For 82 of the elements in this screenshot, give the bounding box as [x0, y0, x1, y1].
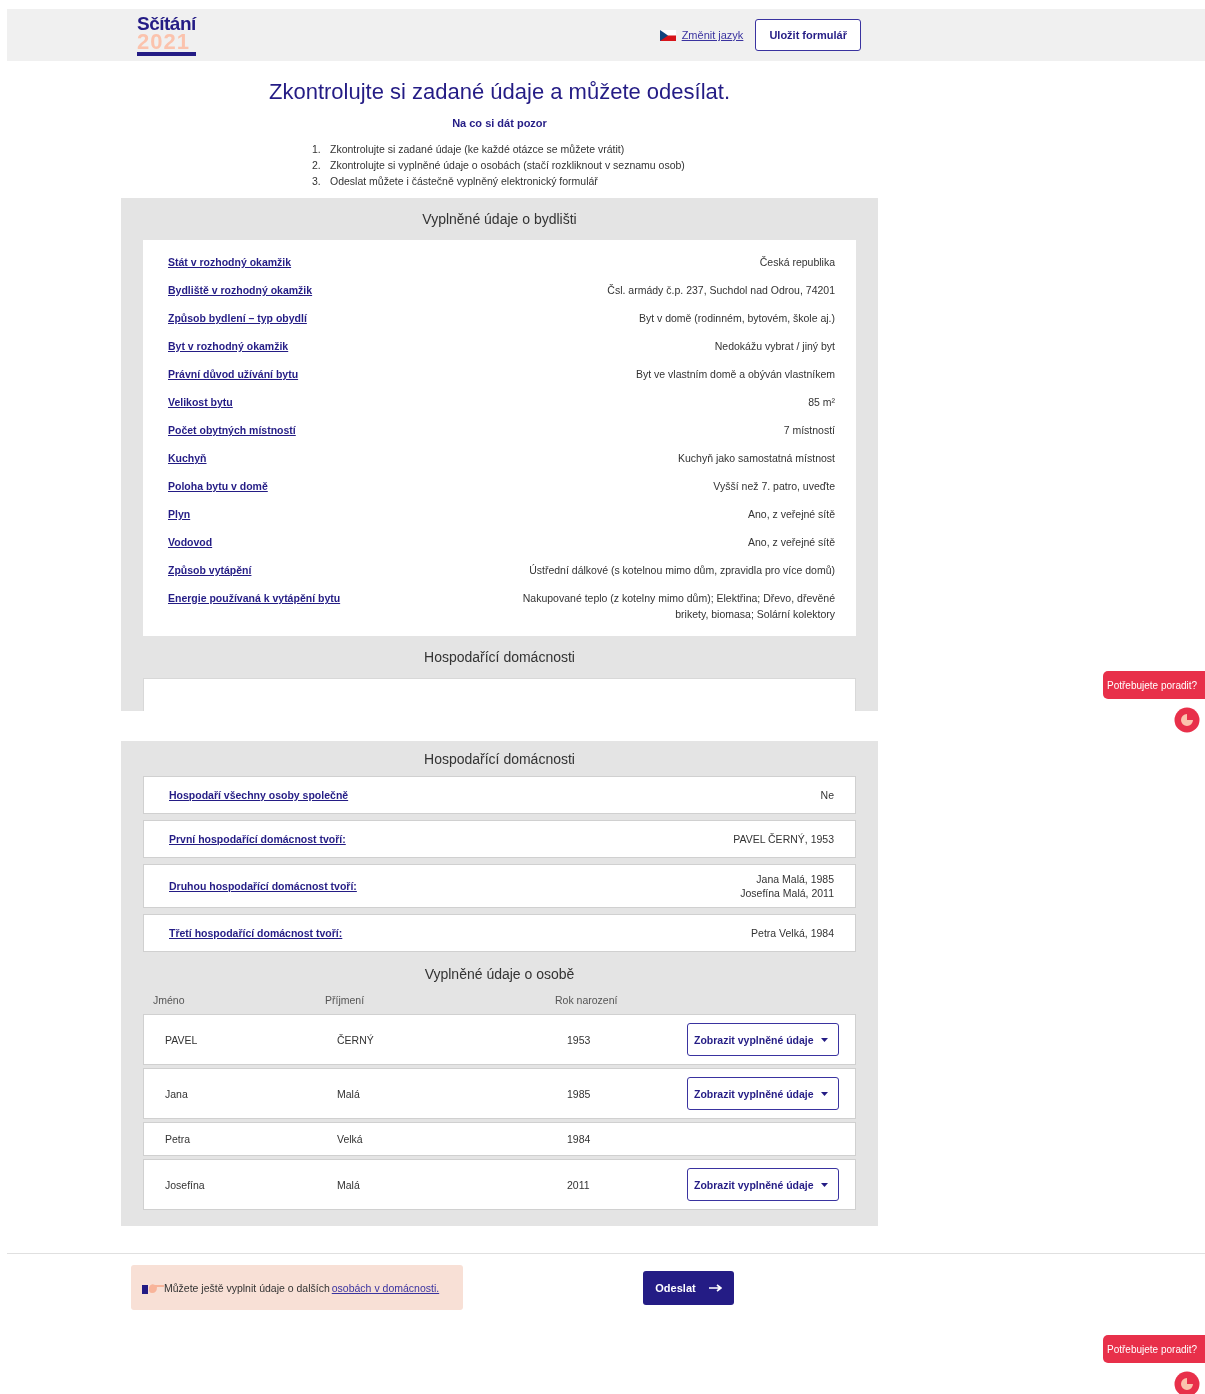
notice-heading: Na co si dát pozor	[451, 117, 548, 129]
column-header: Příjmení	[325, 994, 366, 1006]
show-details-button[interactable]: Zobrazit vyplněné údaje	[687, 1168, 839, 1201]
change-language-link[interactable]: Změnit jazyk	[681, 29, 744, 41]
table-cell-text: ČERNÝ	[337, 1033, 375, 1046]
answer-text: Kuchyň jako samostatná místnost	[678, 451, 835, 466]
question-link[interactable]: Druhou hospodařící domácnost tvoří:	[169, 880, 357, 892]
table-cell-text: Petra	[165, 1133, 192, 1145]
answer-text: Ano, z veřejné sítě	[748, 535, 835, 550]
answer-text: 85 m²	[808, 395, 835, 410]
question-link[interactable]: Byt v rozhodný okamžik	[168, 338, 289, 354]
column-header: Rok narození	[555, 994, 619, 1006]
caret-icon	[820, 1182, 828, 1187]
table-cell-text: 1953	[567, 1033, 592, 1046]
show-details-button[interactable]: Zobrazit vyplněné údaje	[687, 1077, 839, 1110]
answer-text: Ano, z veřejné sítě	[748, 507, 835, 522]
question-link[interactable]: Stát v rozhodný okamžik	[168, 254, 292, 270]
question-link[interactable]: Vodovod	[168, 534, 213, 550]
logo-wordmark: Sčítání	[137, 14, 196, 34]
caret-icon	[820, 1091, 828, 1096]
show-details-button[interactable]: Zobrazit vyplněné údaje	[687, 1023, 839, 1056]
table-cell-text: Josefína	[165, 1178, 206, 1191]
notice-item: Odeslat můžete i částečně vyplněný elektronický formulář	[330, 175, 598, 188]
submit-button[interactable]: Odeslat	[643, 1270, 734, 1305]
question-link[interactable]: Hospodaří všechny osoby společně	[169, 789, 349, 801]
section-heading: Hospodařící domácnosti	[423, 648, 576, 667]
answer-text: Ústřední dálkové (s kotelnou mimo dům, zpravidla pro více domů)	[529, 563, 835, 578]
answer-text: Ne	[820, 789, 834, 801]
czech-flag-icon	[659, 29, 676, 41]
section-heading: Hospodařící domácnosti	[423, 749, 576, 769]
notice-item: Zkontrolujte si vyplněné údaje o osobách (stačí rozkliknout v seznamu osob)	[330, 159, 685, 172]
answer-text: Nedokážu vybrat / jiný byt	[714, 339, 835, 354]
question-link[interactable]: První hospodařící domácnost tvoří:	[169, 833, 346, 845]
question-link[interactable]: Energie používaná k vytápění bytu	[168, 590, 341, 606]
question-link[interactable]: Kuchyň	[168, 450, 207, 466]
pointing-hand-icon	[142, 1281, 164, 1294]
question-link[interactable]: Způsob bydlení – typ obydlí	[168, 310, 307, 326]
help-bubble[interactable]: Potřebujete poradit?	[1103, 671, 1205, 699]
question-link[interactable]: Způsob vytápění	[168, 562, 252, 578]
answer-text: Byt ve vlastním domě a obýván vlastníkem	[636, 367, 835, 382]
section-heading: Vyplněné údaje o osobě	[423, 964, 576, 984]
table-cell-text: 2011	[567, 1178, 591, 1191]
persons-link[interactable]: osobách v domácnosti.	[331, 1281, 440, 1294]
table-cell-text: Malá	[337, 1087, 361, 1100]
caret-icon	[820, 1037, 828, 1042]
list-number: 1.	[312, 143, 322, 156]
question-link[interactable]: Právní důvod užívání bytu	[168, 366, 299, 382]
table-cell-text: 1984	[567, 1133, 592, 1145]
question-link[interactable]: Bydliště v rozhodný okamžik	[168, 282, 313, 298]
table-cell-text: Malá	[337, 1178, 361, 1191]
answer-text: Josefína Malá, 2011	[740, 887, 834, 899]
answer-text: 7 místností	[783, 423, 835, 438]
answer-text: Česká republika	[759, 255, 835, 270]
table-cell-text: Velká	[337, 1133, 364, 1145]
page-title: Zkontrolujte si zadané údaje a můžete odesílat.	[267, 79, 732, 106]
answer-text: Petra Velká, 1984	[751, 927, 834, 939]
column-header: Jméno	[153, 994, 186, 1006]
note-text: Můžete ještě vyplnit údaje o dalších	[164, 1281, 330, 1294]
answer-text: PAVEL ČERNÝ, 1953	[733, 833, 834, 845]
section-heading: Vyplněné údaje o bydlišti	[421, 210, 578, 229]
question-link[interactable]: Třetí hospodařící domácnost tvoří:	[169, 927, 343, 939]
answer-text: Čsl. armády č.p. 237, Suchdol nad Odrou, 74201	[607, 283, 835, 298]
notice-item: Zkontrolujte si zadané údaje (ke každé otázce se můžete vrátit)	[330, 143, 625, 156]
help-bubble[interactable]: Potřebujete poradit?	[1103, 1335, 1205, 1363]
table-cell-text: 1985	[567, 1087, 592, 1100]
question-link[interactable]: Poloha bytu v domě	[168, 478, 268, 494]
table-cell-text: Jana	[165, 1087, 189, 1100]
table-cell-text: PAVEL	[165, 1033, 199, 1046]
chat-icon[interactable]	[1174, 1371, 1200, 1394]
question-link[interactable]: Velikost bytu	[168, 394, 233, 410]
answer-text: Vyšší než 7. patro, uveďte	[713, 479, 835, 494]
chat-icon[interactable]	[1174, 707, 1200, 733]
answer-text: Jana Malá, 1985	[756, 873, 834, 885]
answer-text: Nakupované teplo (z kotelny mimo dům); Elektřina; Dřevo, dřevěné brikety, biomasa; Solární kolektory	[521, 591, 835, 622]
question-link[interactable]: Plyn	[168, 506, 191, 522]
list-number: 2.	[312, 159, 322, 172]
logo-year: 2021	[137, 33, 196, 56]
save-form-button[interactable]: Uložit formulář	[755, 19, 861, 51]
arrow-right-icon	[708, 1283, 722, 1292]
list-number: 3.	[312, 175, 322, 188]
answer-text: Byt v domě (rodinném, bytovém, škole aj.)	[638, 311, 835, 326]
question-link[interactable]: Počet obytných místností	[168, 422, 296, 438]
